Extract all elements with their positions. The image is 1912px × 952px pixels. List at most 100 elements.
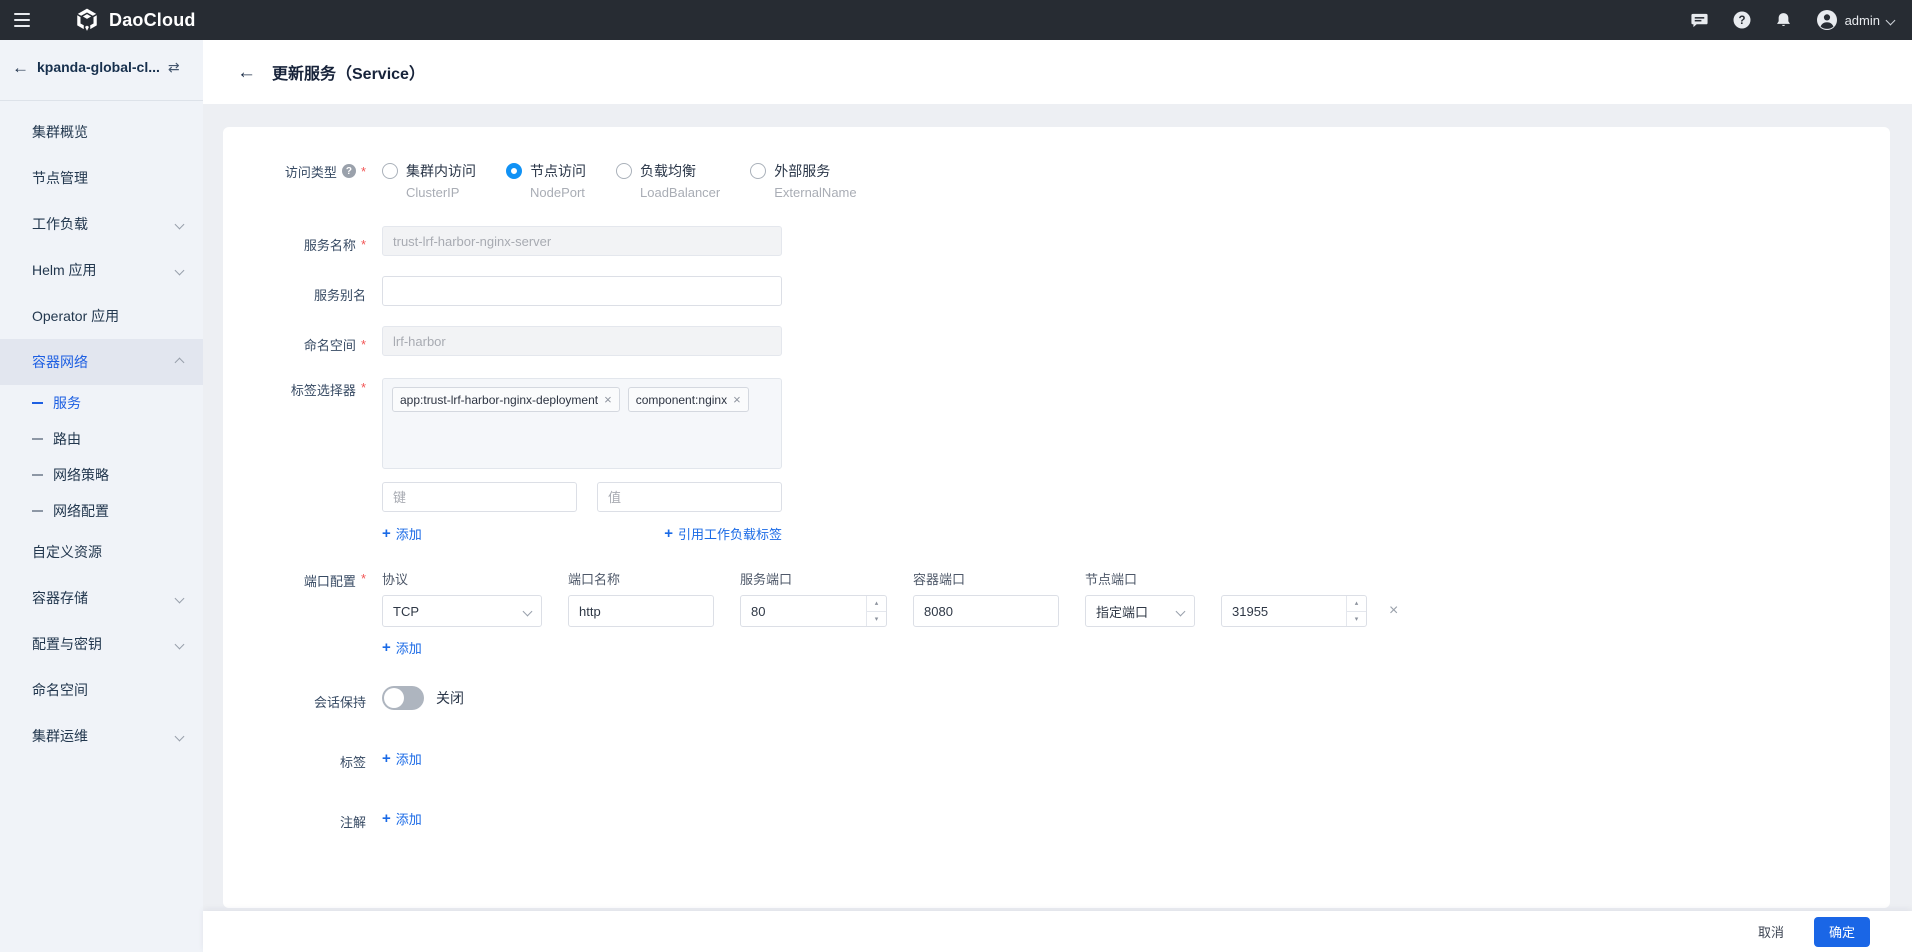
cluster-back-icon[interactable]: ← [12, 59, 29, 76]
chevron-down-icon [523, 606, 533, 616]
page-back-icon[interactable]: ← [237, 63, 256, 82]
selector-tag: app:trust-lrf-harbor-nginx-deployment × [392, 387, 620, 412]
form-row-session-affinity: 会话保持 关闭 [223, 683, 1860, 713]
container-port-input[interactable] [913, 595, 1059, 627]
port-config-row: TCP ▴▾ 指定端口 [382, 595, 1860, 627]
access-type-radio-group: 集群内访问 ClusterIP 节点访问 NodePort 负载均衡 LoadB… [382, 160, 1860, 200]
service-port-input[interactable] [740, 595, 887, 627]
page-title: 更新服务（Service） [272, 60, 425, 84]
spinner-up-icon[interactable]: ▴ [867, 596, 886, 612]
required-mark: * [361, 237, 366, 252]
reference-workload-labels-button[interactable]: +引用工作负载标签 [664, 524, 782, 543]
avatar-icon [1816, 9, 1838, 31]
form-row-service-name: 服务名称* [223, 226, 1860, 256]
port-name-input[interactable] [568, 595, 714, 627]
help-icon[interactable]: ? [342, 164, 356, 178]
service-alias-input[interactable] [382, 276, 782, 306]
add-label-button[interactable]: +添加 [382, 749, 422, 768]
page-header: ← 更新服务（Service） [203, 40, 1912, 104]
confirm-button[interactable]: 确定 [1814, 917, 1870, 947]
add-port-button[interactable]: +添加 [382, 638, 422, 657]
chevron-down-icon [175, 639, 185, 649]
service-port-stepper: ▴▾ [740, 595, 887, 627]
session-affinity-toggle[interactable] [382, 686, 424, 710]
chevron-down-icon [1176, 606, 1186, 616]
sidebar-item-cluster-ops[interactable]: 集群运维 [0, 713, 203, 759]
topbar: DaoCloud ? admin [0, 0, 1912, 40]
selector-tag: component:nginx × [628, 387, 749, 412]
message-icon[interactable] [1690, 10, 1710, 30]
chevron-down-icon [175, 593, 185, 603]
action-footer: 取消 确定 [203, 911, 1912, 952]
toggle-knob [384, 688, 404, 708]
radio-nodeport[interactable]: 节点访问 NodePort [506, 160, 586, 200]
selector-key-input[interactable] [382, 482, 577, 512]
cancel-button[interactable]: 取消 [1758, 922, 1784, 941]
remove-tag-icon[interactable]: × [604, 393, 612, 406]
sidebar-item-container-network[interactable]: 容器网络 [0, 339, 203, 385]
remove-tag-icon[interactable]: × [733, 393, 741, 406]
form-row-access-type: 访问类型 ? * 集群内访问 ClusterIP 节点访问 No [223, 160, 1860, 200]
spinner-down-icon[interactable]: ▾ [867, 612, 886, 627]
daocloud-cube-icon [74, 7, 100, 33]
radio-icon [382, 163, 398, 179]
sidebar-item-operator-apps[interactable]: Operator 应用 [0, 293, 203, 339]
sidebar-item-config-secrets[interactable]: 配置与密钥 [0, 621, 203, 667]
sidebar-item-workloads[interactable]: 工作负载 [0, 201, 203, 247]
sidebar-subitem-services[interactable]: 服务 [0, 385, 203, 421]
form-row-namespace: 命名空间* [223, 326, 1860, 356]
sidebar-item-namespaces[interactable]: 命名空间 [0, 667, 203, 713]
required-mark: * [361, 337, 366, 352]
spinner-down-icon[interactable]: ▾ [1347, 612, 1366, 627]
node-port-stepper: ▴▾ [1221, 595, 1367, 627]
switch-cluster-icon[interactable]: ⇄ [168, 60, 180, 74]
help-icon[interactable]: ? [1732, 10, 1752, 30]
selector-key-value-row [382, 482, 1860, 512]
sidebar-item-helm-apps[interactable]: Helm 应用 [0, 247, 203, 293]
label-selector-tagbox: app:trust-lrf-harbor-nginx-deployment × … [382, 378, 782, 469]
form-row-label-selector: 标签选择器* app:trust-lrf-harbor-nginx-deploy… [223, 378, 1860, 569]
cluster-selector[interactable]: ← kpanda-global-cl... ⇄ [0, 40, 203, 94]
menu-icon[interactable] [12, 12, 34, 28]
sidebar-subitem-network-config[interactable]: 网络配置 [0, 493, 203, 529]
sidebar-subitem-routes[interactable]: 路由 [0, 421, 203, 457]
dash-icon [32, 402, 43, 404]
remove-port-row-icon[interactable]: × [1389, 602, 1398, 620]
sidebar-subitem-network-policies[interactable]: 网络策略 [0, 457, 203, 493]
dash-icon [32, 474, 43, 476]
node-port-mode-select[interactable]: 指定端口 [1085, 595, 1195, 627]
chevron-down-icon [1886, 15, 1896, 25]
sidebar-item-node-management[interactable]: 节点管理 [0, 155, 203, 201]
form-row-annotations: 注解 +添加 [223, 803, 1860, 833]
brand-name: DaoCloud [109, 10, 196, 31]
chevron-down-icon [175, 265, 185, 275]
spinner-up-icon[interactable]: ▴ [1347, 596, 1366, 612]
radio-icon [616, 163, 632, 179]
svg-text:?: ? [1738, 15, 1745, 27]
sidebar-item-cluster-overview[interactable]: 集群概览 [0, 109, 203, 155]
radio-externalname[interactable]: 外部服务 ExternalName [750, 160, 856, 200]
chevron-up-icon [175, 357, 185, 367]
add-selector-button[interactable]: +添加 [382, 524, 422, 543]
brand-logo: DaoCloud [74, 7, 196, 33]
form-row-service-alias: 服务别名 [223, 276, 1860, 306]
dash-icon [32, 438, 43, 440]
radio-clusterip[interactable]: 集群内访问 ClusterIP [382, 160, 476, 200]
notification-bell-icon[interactable] [1774, 10, 1794, 30]
content-area: 访问类型 ? * 集群内访问 ClusterIP 节点访问 No [203, 104, 1912, 911]
radio-loadbalancer[interactable]: 负载均衡 LoadBalancer [616, 160, 720, 200]
sidebar-item-custom-resources[interactable]: 自定义资源 [0, 529, 203, 575]
add-annotation-button[interactable]: +添加 [382, 809, 422, 828]
namespace-input [382, 326, 782, 356]
sidebar: ← kpanda-global-cl... ⇄ 集群概览 节点管理 工作负载 H… [0, 40, 203, 952]
dash-icon [32, 510, 43, 512]
plus-icon: + [382, 526, 391, 541]
form-row-port-config: 端口配置* 协议 端口名称 服务端口 容器端口 节点端口 TCP [223, 569, 1860, 657]
sidebar-item-container-storage[interactable]: 容器存储 [0, 575, 203, 621]
plus-icon: + [382, 811, 391, 826]
user-menu[interactable]: admin [1816, 9, 1894, 31]
selector-value-input[interactable] [597, 482, 782, 512]
session-affinity-state: 关闭 [436, 688, 464, 708]
protocol-select[interactable]: TCP [382, 595, 542, 627]
form-card: 访问类型 ? * 集群内访问 ClusterIP 节点访问 No [223, 127, 1890, 908]
